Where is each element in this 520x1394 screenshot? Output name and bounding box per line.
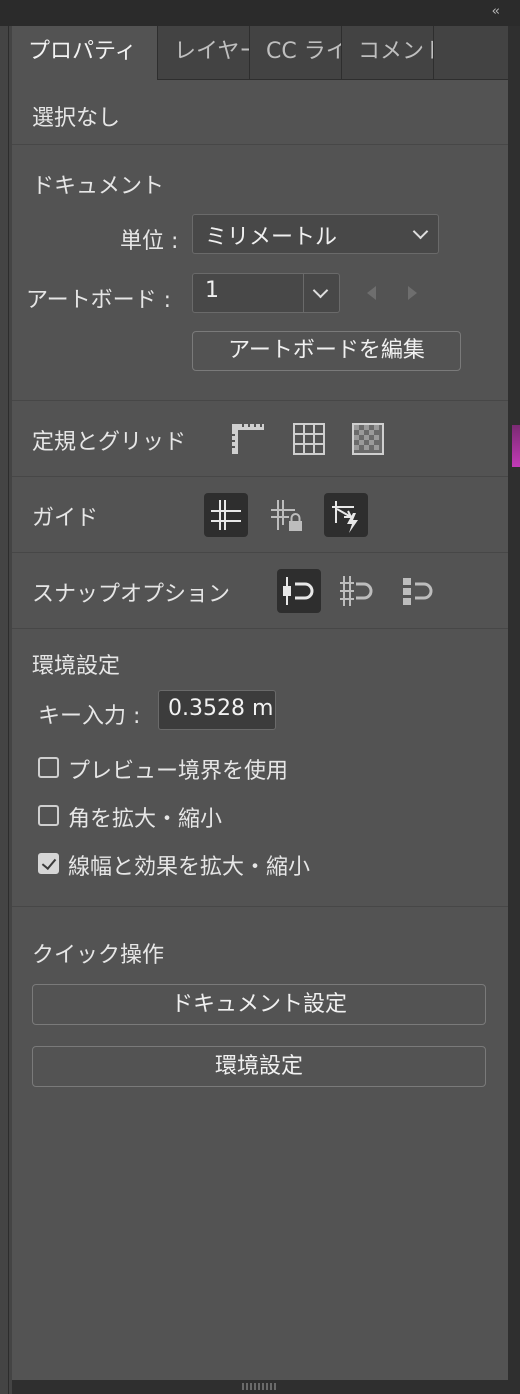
grid-icon[interactable] xyxy=(287,417,331,461)
tab-cc-libraries[interactable]: CC ライ xyxy=(250,26,342,79)
divider xyxy=(12,906,508,907)
guides-label: ガイド xyxy=(32,506,99,531)
chevron-down-icon xyxy=(412,223,429,240)
tab-bar: プロパティ レイヤー CC ライ コメント xyxy=(12,26,508,80)
selection-status: 選択なし xyxy=(32,106,121,131)
keyboard-increment-input[interactable]: 0.3528 m xyxy=(158,690,276,730)
document-setup-button[interactable]: ドキュメント設定 xyxy=(32,984,486,1025)
divider xyxy=(12,400,508,401)
collapse-panels-icon[interactable]: ‹‹ xyxy=(492,4,501,19)
next-artboard-icon[interactable] xyxy=(406,285,420,301)
keyboard-increment-value: 0.3528 m xyxy=(168,696,274,721)
previous-artboard-icon[interactable] xyxy=(364,285,378,301)
left-canvas-edge xyxy=(0,26,12,1394)
right-canvas-edge xyxy=(508,26,520,1394)
artboard-value: 1 xyxy=(205,278,219,303)
ruler-icon[interactable] xyxy=(226,417,270,461)
divider xyxy=(12,552,508,553)
transparency-grid-icon[interactable] xyxy=(346,417,390,461)
guides-icon[interactable] xyxy=(204,493,248,537)
snap-to-grid-icon[interactable] xyxy=(335,569,379,613)
scale-strokes-effects-checkbox[interactable] xyxy=(38,853,59,874)
snap-options-label: スナップオプション xyxy=(32,582,231,607)
preferences-heading: 環境設定 xyxy=(32,654,121,679)
snap-to-pixel-icon[interactable] xyxy=(395,569,439,613)
panel-dock-header: ‹‹ xyxy=(0,0,520,26)
scale-strokes-effects-label: 線幅と効果を拡大・縮小 xyxy=(68,855,311,880)
divider xyxy=(12,144,508,145)
smart-guides-icon[interactable] xyxy=(324,493,368,537)
properties-panel: プロパティ レイヤー CC ライ コメント 選択なし ドキュメント 単位 : ミ… xyxy=(12,26,508,1380)
preferences-button[interactable]: 環境設定 xyxy=(32,1046,486,1087)
quick-actions-heading: クイック操作 xyxy=(32,943,165,968)
snap-to-point-icon[interactable] xyxy=(277,569,321,613)
artboard-label: アートボード : xyxy=(26,288,172,313)
tab-comments[interactable]: コメント xyxy=(342,26,434,79)
chevron-down-icon[interactable] xyxy=(312,282,329,299)
right-swatch-sliver xyxy=(512,425,520,467)
tab-layers[interactable]: レイヤー xyxy=(158,26,250,79)
units-label: 単位 : xyxy=(120,229,179,254)
scale-corners-checkbox[interactable] xyxy=(38,805,59,826)
scale-corners-label: 角を拡大・縮小 xyxy=(68,807,223,832)
units-dropdown[interactable]: ミリメートル xyxy=(192,214,439,254)
resize-grip-icon[interactable] xyxy=(242,1383,278,1390)
units-value: ミリメートル xyxy=(205,225,338,250)
divider xyxy=(12,476,508,477)
rulers-grids-label: 定規とグリッド xyxy=(32,430,187,455)
use-preview-bounds-label: プレビュー境界を使用 xyxy=(68,759,289,784)
edit-artboards-button[interactable]: アートボードを編集 xyxy=(192,331,461,371)
keyboard-increment-label: キー入力 : xyxy=(38,704,141,729)
use-preview-bounds-checkbox[interactable] xyxy=(38,757,59,778)
artboard-select[interactable]: 1 xyxy=(192,273,340,313)
document-heading: ドキュメント xyxy=(32,174,165,199)
panel-resize-bar[interactable] xyxy=(12,1380,508,1394)
divider xyxy=(303,274,304,312)
tab-properties[interactable]: プロパティ xyxy=(12,26,158,80)
divider xyxy=(12,628,508,629)
lock-guides-icon[interactable] xyxy=(265,493,309,537)
